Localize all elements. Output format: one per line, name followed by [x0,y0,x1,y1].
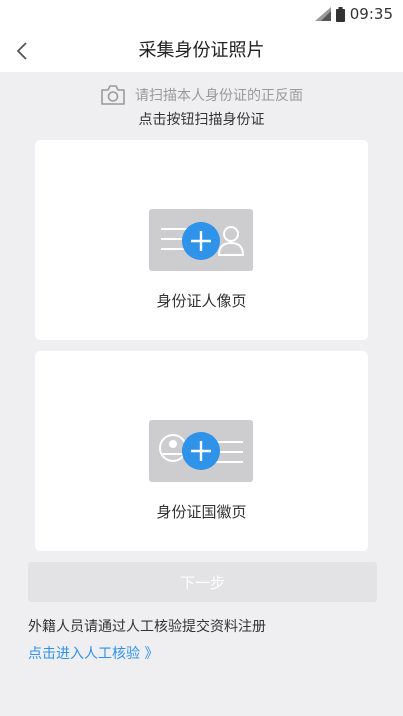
plus-icon[interactable] [182,222,220,260]
nav-bar: 采集身份证照片 [0,30,403,72]
scan-hint-text: 请扫描本人身份证的正反面 [135,88,303,104]
manual-verification-link[interactable]: 点击进入人工核验 》 [28,643,158,663]
battery-icon [335,6,345,22]
id-portrait-label: 身份证人像页 [156,292,247,310]
signal-icon [314,7,331,21]
id-portrait-card[interactable]: 身份证人像页 [35,140,368,340]
page-title: 采集身份证照片 [138,40,265,61]
status-indicators: 09:35 [314,4,393,24]
id-emblem-label: 身份证国徽页 [156,503,247,521]
camera-icon [101,85,125,105]
next-step-button[interactable]: 下一步 [28,562,377,602]
id-emblem-card[interactable]: 身份证国徽页 [35,351,368,551]
status-time: 09:35 [349,5,393,23]
foreign-user-note: 外籍人员请通过人工核验提交资料注册 [28,619,266,635]
scan-hint: 请扫描本人身份证的正反面 [0,83,403,107]
scan-sub-hint: 点击按钮扫描身份证 [138,112,265,128]
status-bar: 09:35 [0,0,403,30]
plus-icon[interactable] [182,432,220,470]
